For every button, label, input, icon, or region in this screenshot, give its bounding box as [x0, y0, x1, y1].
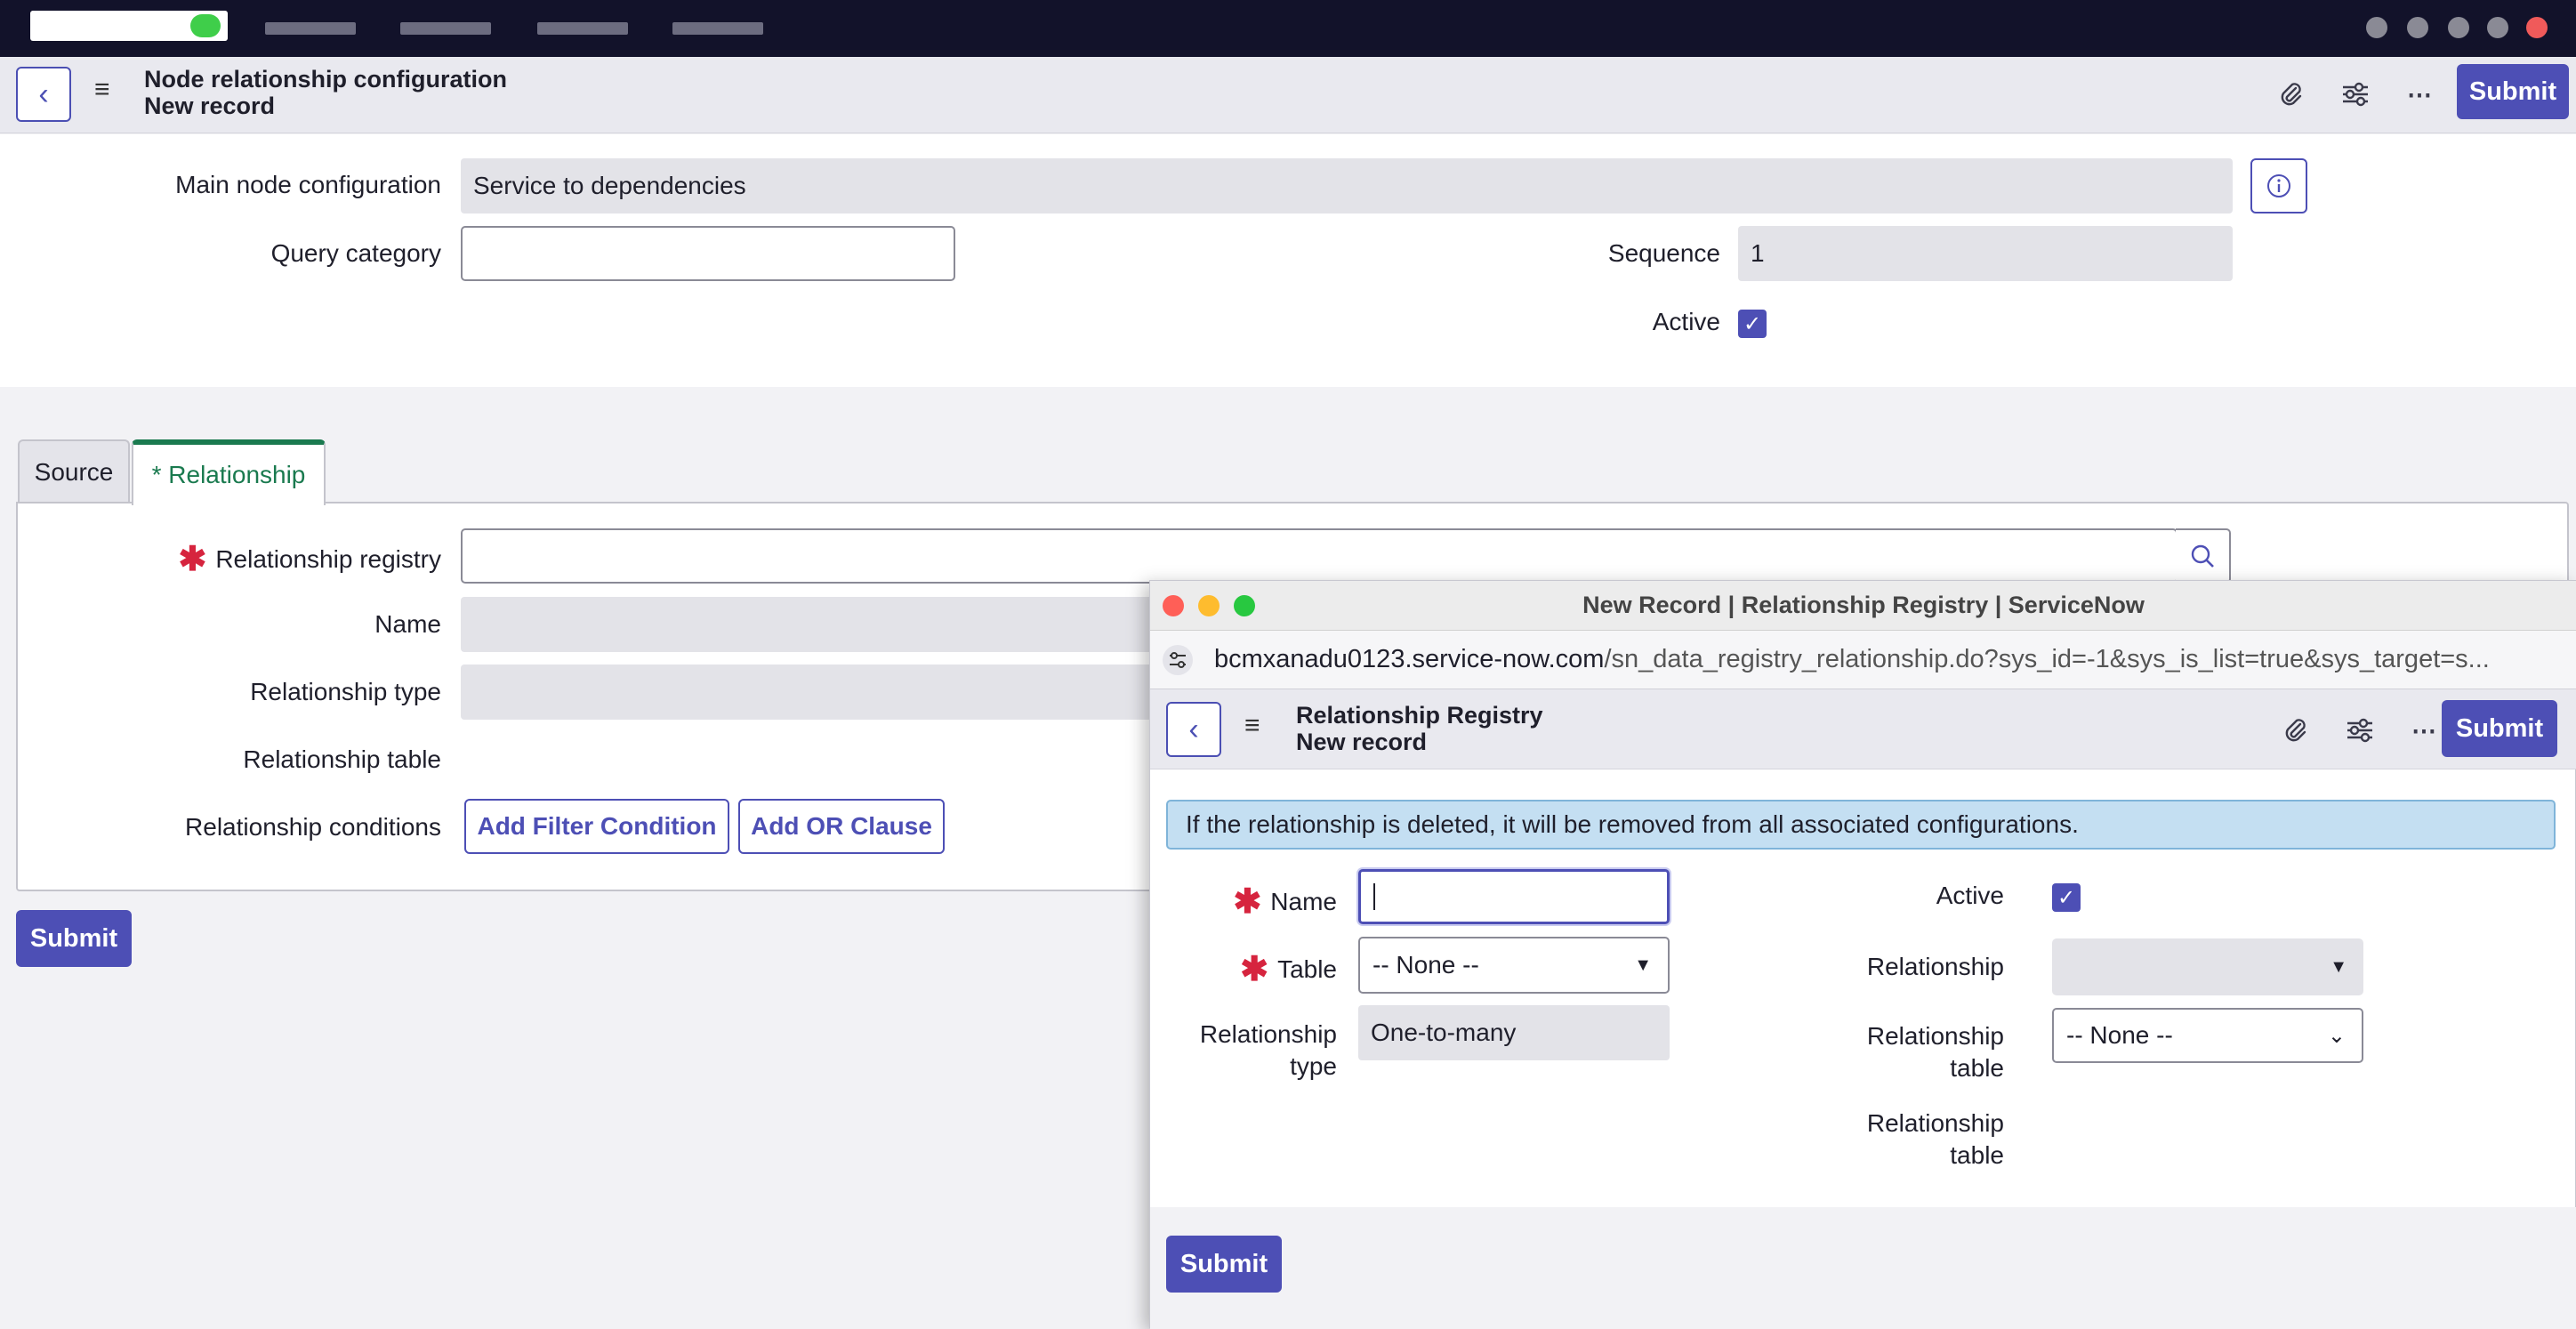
url-settings-icon[interactable]: [1163, 645, 1193, 675]
check-icon: ✓: [1743, 311, 1762, 336]
popup-active-checkbox[interactable]: ✓: [2052, 883, 2081, 912]
popup-bottom-submit-button[interactable]: Submit: [1166, 1236, 1282, 1293]
tab-source[interactable]: Source: [18, 439, 130, 503]
popup-back-button[interactable]: ‹: [1166, 702, 1221, 757]
popup-paperclip-icon[interactable]: [2276, 711, 2315, 750]
paperclip-icon[interactable]: [2272, 75, 2311, 114]
info-banner: If the relationship is deleted, it will …: [1166, 800, 2556, 850]
back-button[interactable]: ‹: [16, 67, 71, 122]
query-category-input[interactable]: [461, 226, 955, 281]
popup-relationship-select[interactable]: ▼: [2052, 938, 2363, 995]
popup-rel-table2-label-line1: Relationship: [1866, 1109, 2004, 1137]
popup-rel-type-field[interactable]: One-to-many: [1358, 1005, 1670, 1060]
registry-label: Relationship registry: [215, 544, 441, 573]
add-filter-condition-button[interactable]: Add Filter Condition: [464, 799, 729, 854]
popup-rel-type-label-line1: Relationship: [1199, 1020, 1337, 1048]
registry-label-row: ✱ Relationship registry: [53, 539, 441, 579]
add-or-clause-button[interactable]: Add OR Clause: [738, 799, 945, 854]
popup-url-bar[interactable]: bcmxanadu0123.service-now.com/sn_data_re…: [1150, 631, 2576, 689]
popup-rel-type-label-line2: type: [1290, 1052, 1337, 1080]
active-label: Active: [1652, 308, 1720, 335]
tab-relationship[interactable]: * Relationship: [132, 439, 326, 505]
back-icon: ‹: [1188, 712, 1199, 746]
sequence-label: Sequence: [1607, 239, 1720, 267]
popup-header: ‹ ≡ Relationship Registry New record ⋯ S…: [1150, 689, 2576, 769]
popup-name-input[interactable]: [1358, 869, 1670, 924]
check-icon: ✓: [2057, 885, 2076, 910]
page-subtitle: New record: [144, 93, 276, 119]
registry-input[interactable]: [461, 528, 2178, 584]
back-icon: ‹: [38, 77, 49, 111]
popup-relationship-label: Relationship: [1866, 953, 2004, 980]
registry-search-button[interactable]: [2176, 528, 2231, 584]
url-host: bcmxanadu0123.service-now.com: [1214, 645, 1605, 673]
status-indicator: [190, 14, 221, 37]
window-control-2[interactable]: [2407, 17, 2428, 38]
nav-item-4[interactable]: [672, 22, 763, 35]
relationship-table-label: Relationship table: [243, 745, 441, 773]
required-icon: ✱: [178, 541, 207, 578]
popup-rel-table-label-line2: table: [1950, 1054, 2004, 1082]
nav-item-3[interactable]: [537, 22, 628, 35]
chevron-down-icon: ▼: [1634, 954, 1652, 975]
name-label: Name: [374, 610, 441, 638]
info-button[interactable]: [2250, 158, 2307, 213]
popup-subtitle: New record: [1296, 729, 1428, 755]
popup-footer: Submit: [1150, 1207, 2576, 1329]
window-control-3[interactable]: [2448, 17, 2469, 38]
window-close-control[interactable]: [2526, 17, 2548, 38]
relationship-type-field[interactable]: [461, 664, 1163, 720]
window-control-4[interactable]: [2487, 17, 2508, 38]
required-icon: ✱: [1240, 951, 1269, 988]
query-category-label: Query category: [270, 239, 441, 267]
popup-rel-table2-label-line2: table: [1950, 1141, 2004, 1169]
search-icon: [2191, 544, 2214, 568]
popup-window: New Record | Relationship Registry | Ser…: [1149, 580, 2576, 1329]
popup-table-label-row: ✱ Table: [1186, 949, 1337, 989]
url-path: /sn_data_registry_relationship.do?sys_id…: [1604, 645, 2490, 673]
popup-table-label: Table: [1277, 954, 1337, 983]
popup-rel-table-value: -- None --: [2066, 1021, 2173, 1049]
popup-rel-table2-label: Relationship table: [1773, 1108, 2004, 1172]
popup-title: Relationship Registry: [1296, 702, 1543, 729]
popup-name-label: Name: [1270, 887, 1337, 915]
info-icon: [2267, 174, 2290, 197]
more-icon[interactable]: ⋯: [2400, 75, 2439, 114]
popup-rel-table-label: Relationship table: [1773, 1020, 2004, 1084]
popup-settings-icon[interactable]: [2340, 711, 2379, 750]
chevron-down-icon: ▼: [2330, 956, 2347, 977]
relationship-conditions-label: Relationship conditions: [185, 813, 441, 841]
popup-title-bar: New Record | Relationship Registry | Ser…: [1150, 581, 2576, 631]
name-field[interactable]: [461, 597, 1163, 652]
main-node-field[interactable]: Service to dependencies: [461, 158, 2233, 213]
popup-name-label-row: ✱ Name: [1186, 882, 1337, 922]
required-icon: ✱: [1233, 883, 1262, 921]
popup-rel-table-select[interactable]: -- None -- ⌄: [2052, 1008, 2363, 1063]
popup-submit-button[interactable]: Submit: [2442, 700, 2557, 757]
relationship-type-label: Relationship type: [250, 678, 441, 705]
popup-rel-table-label-line1: Relationship: [1866, 1022, 2004, 1050]
menu-icon[interactable]: ≡: [94, 75, 110, 105]
system-top-bar: [0, 0, 2576, 57]
page-title: Node relationship configuration: [144, 66, 508, 93]
window-control-1[interactable]: [2366, 17, 2387, 38]
settings-icon[interactable]: [2336, 75, 2375, 114]
popup-table-select[interactable]: -- None -- ▼: [1358, 937, 1670, 994]
popup-menu-icon[interactable]: ≡: [1244, 711, 1260, 741]
popup-rel-type-label: Relationship type: [1168, 1019, 1337, 1083]
submit-button[interactable]: Submit: [2457, 64, 2569, 119]
active-checkbox[interactable]: ✓: [1738, 310, 1767, 338]
form-header: ‹ ≡ Node relationship configuration New …: [0, 57, 2576, 133]
popup-more-icon[interactable]: ⋯: [2404, 711, 2443, 750]
popup-active-label: Active: [1936, 882, 2004, 909]
main-node-label: Main node configuration: [175, 171, 441, 198]
popup-table-value: -- None --: [1373, 951, 1479, 979]
nav-item-2[interactable]: [400, 22, 491, 35]
chevron-down-icon: ⌄: [2327, 1023, 2346, 1048]
sequence-field[interactable]: 1: [1738, 226, 2233, 281]
bottom-submit-button[interactable]: Submit: [16, 910, 132, 967]
popup-window-title: New Record | Relationship Registry | Ser…: [1582, 592, 2145, 618]
nav-item-1[interactable]: [265, 22, 356, 35]
